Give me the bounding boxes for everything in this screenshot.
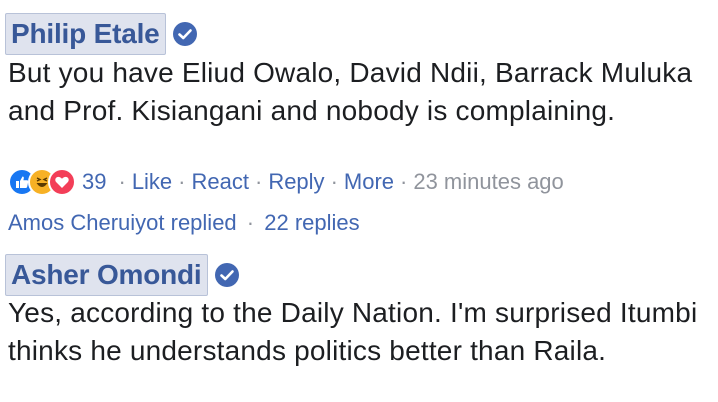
- reaction-summary[interactable]: [8, 168, 76, 196]
- comment-author-row: Asher Omondi: [5, 254, 240, 296]
- comment-author-name[interactable]: Philip Etale: [5, 13, 166, 55]
- more-link[interactable]: More: [344, 169, 394, 195]
- comment-text: Yes, according to the Daily Nation. I'm …: [8, 297, 698, 366]
- comment-actions: 39 · Like · React · Reply · More · 23 mi…: [8, 168, 564, 196]
- separator: ·: [254, 169, 263, 194]
- react-link[interactable]: React: [192, 169, 249, 195]
- love-reaction-icon: [48, 168, 76, 196]
- replies-count[interactable]: 22 replies: [264, 210, 359, 235]
- separator: ·: [246, 210, 255, 235]
- separator: ·: [178, 169, 186, 194]
- like-link[interactable]: Like: [132, 169, 172, 195]
- comment-timestamp[interactable]: 23 minutes ago: [413, 169, 563, 195]
- verified-badge-icon: [172, 21, 198, 47]
- comment-author-row: Philip Etale: [5, 13, 198, 55]
- separator: ·: [330, 169, 338, 194]
- verified-badge-icon: [214, 262, 240, 288]
- separator: ·: [118, 169, 126, 194]
- replier-text[interactable]: Amos Cheruiyot replied: [8, 210, 237, 235]
- comment-author-name[interactable]: Asher Omondi: [5, 254, 208, 296]
- comment-text: But you have Eliud Owalo, David Ndii, Ba…: [8, 57, 693, 126]
- replies-summary[interactable]: Amos Cheruiyot replied · 22 replies: [8, 210, 360, 236]
- reaction-count[interactable]: 39: [82, 169, 106, 195]
- separator: ·: [400, 169, 408, 194]
- reply-link[interactable]: Reply: [268, 169, 324, 195]
